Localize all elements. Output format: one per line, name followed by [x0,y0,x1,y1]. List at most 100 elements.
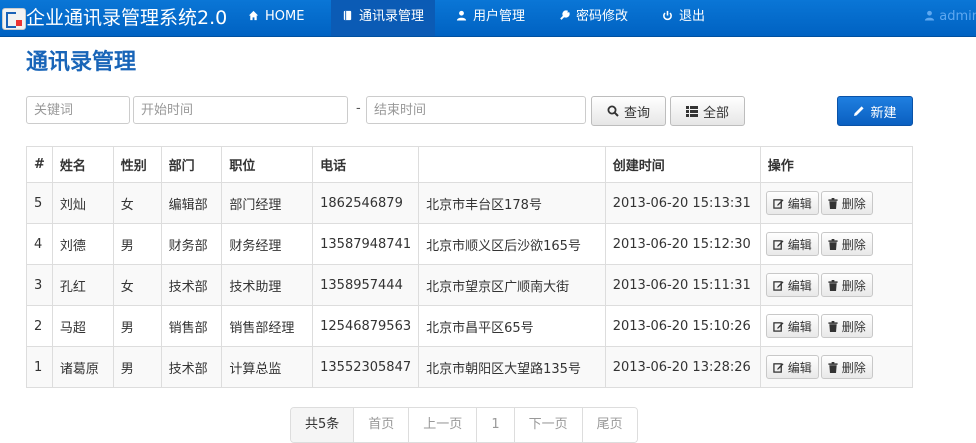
user-icon [456,10,467,21]
delete-button[interactable]: 删除 [820,273,873,297]
cell-phone: 1862546879 [312,182,420,224]
column-header-gender: 性别 [112,146,162,183]
trash-icon [828,238,838,250]
column-header-actions: 操作 [759,146,914,183]
column-header-name: 姓名 [51,146,114,183]
delete-button[interactable]: 删除 [820,355,873,379]
edit-button[interactable]: 编辑 [765,273,819,297]
cell-id: 2 [26,305,53,347]
cell-address: 北京市顺义区后沙欲165号 [418,223,606,265]
cell-position: 计算总监 [221,346,314,388]
column-header-phone: 电话 [312,146,420,183]
cell-position: 销售部经理 [221,305,314,347]
nav-logout[interactable]: 退出 [654,0,713,36]
nav-users[interactable]: 用户管理 [448,0,533,36]
column-header-address [418,146,606,183]
current-user-menu[interactable]: admin [924,0,976,36]
edit-button[interactable]: 编辑 [765,191,819,215]
column-header-id: # [26,146,53,183]
delete-button[interactable]: 删除 [820,191,873,215]
wrench-icon [560,10,570,20]
end-time-input[interactable] [366,96,586,124]
cell-name: 马超 [51,305,114,347]
cell-position: 财务经理 [221,223,314,265]
cell-gender: 女 [112,264,162,306]
search-button[interactable]: 查询 [591,96,666,126]
cell-dept: 财务部 [160,223,223,265]
new-contact-button[interactable]: 新建 [837,96,913,126]
pagination-total: 共5条 [291,408,354,442]
cell-actions: 编辑 删除 [759,305,914,347]
cell-position: 技术助理 [221,264,314,306]
cell-name: 刘德 [51,223,114,265]
cell-dept: 技术部 [160,264,223,306]
app-logo-icon [2,8,26,30]
start-time-input[interactable] [133,96,348,124]
table-row: 3 孔红女技术部 技术助理 1358957444 北京市望京区广顺南大街 2013-06-… [26,264,914,306]
delete-button[interactable]: 删除 [820,314,873,338]
cell-created: 2013-06-20 15:11:31 [604,264,761,306]
column-header-position: 职位 [221,146,314,183]
home-icon [248,10,259,21]
cell-gender: 男 [112,223,162,265]
cell-actions: 编辑 删除 [759,182,914,224]
edit-icon [772,280,784,291]
table-row: 5 刘灿女编辑部 部门经理 1862546879 北京市丰台区178号 2013-06-2… [26,182,914,224]
nav-home[interactable]: HOME [240,0,312,36]
edit-button[interactable]: 编辑 [765,314,819,338]
cell-phone: 13587948741 [312,223,420,265]
trash-icon [828,361,838,373]
page-title: 通讯录管理 [26,50,137,75]
cell-created: 2013-06-20 15:10:26 [604,305,761,347]
pagination-prev[interactable]: 上一页 [408,408,477,442]
cell-name: 诸葛原 [51,346,114,388]
cell-phone: 1358957444 [312,264,420,306]
pagination-page-1[interactable]: 1 [476,408,514,442]
trash-icon [828,320,838,332]
edit-button[interactable]: 编辑 [765,232,819,256]
cell-actions: 编辑 删除 [759,223,914,265]
cell-id: 4 [26,223,53,265]
book-icon [343,10,352,21]
cell-address: 北京市朝阳区大望路135号 [418,346,606,388]
cell-address: 北京市望京区广顺南大街 [418,264,606,306]
trash-icon [828,197,838,209]
nav-password[interactable]: 密码修改 [551,0,636,36]
user-icon [925,10,935,21]
cell-address: 北京市昌平区65号 [418,305,606,347]
cell-actions: 编辑 删除 [759,264,914,306]
pagination-last[interactable]: 尾页 [581,408,637,442]
cell-actions: 编辑 删除 [759,346,914,388]
edit-icon [772,239,784,250]
cell-created: 2013-06-20 15:12:30 [604,223,761,265]
table-row: 2 马超男销售部 销售部经理 12546879563 北京市昌平区65号 2013-06-… [26,305,914,347]
edit-icon [772,362,784,373]
pagination-first[interactable]: 首页 [353,408,409,442]
cell-id: 5 [26,182,53,224]
nav-contacts[interactable]: 通讯录管理 [331,0,435,36]
search-icon [607,105,619,117]
cell-dept: 编辑部 [160,182,223,224]
cell-dept: 销售部 [160,305,223,347]
date-range-separator: - [356,101,361,116]
top-navbar: 企业通讯录管理系统2.0 HOME 通讯录管理 用户管理 密码修改 退出 adm… [0,0,976,37]
edit-icon [772,198,784,209]
cell-phone: 13552305847 [312,346,420,388]
cell-name: 刘灿 [51,182,114,224]
pagination: 共5条 首页 上一页 1 下一页 尾页 [290,407,638,443]
edit-button[interactable]: 编辑 [765,355,819,379]
cell-created: 2013-06-20 15:13:31 [604,182,761,224]
power-icon [663,10,672,21]
list-icon [685,105,698,117]
keyword-input[interactable] [26,96,130,124]
table-row: 1 诸葛原男技术部 计算总监 13552305847 北京市朝阳区大望路135号 2013… [26,346,914,388]
cell-gender: 男 [112,346,162,388]
cell-phone: 12546879563 [312,305,420,347]
table-row: 4 刘德男财务部 财务经理 13587948741 北京市顺义区后沙欲165号 2013-… [26,223,914,265]
pagination-next[interactable]: 下一页 [513,408,582,442]
cell-gender: 女 [112,182,162,224]
show-all-button[interactable]: 全部 [670,96,745,126]
cell-position: 部门经理 [221,182,314,224]
delete-button[interactable]: 删除 [820,232,873,256]
contacts-table: # 姓名 性别 部门 职位 电话 创建时间 操作 5 刘灿女编辑部 部门经理 1862… [26,146,914,388]
